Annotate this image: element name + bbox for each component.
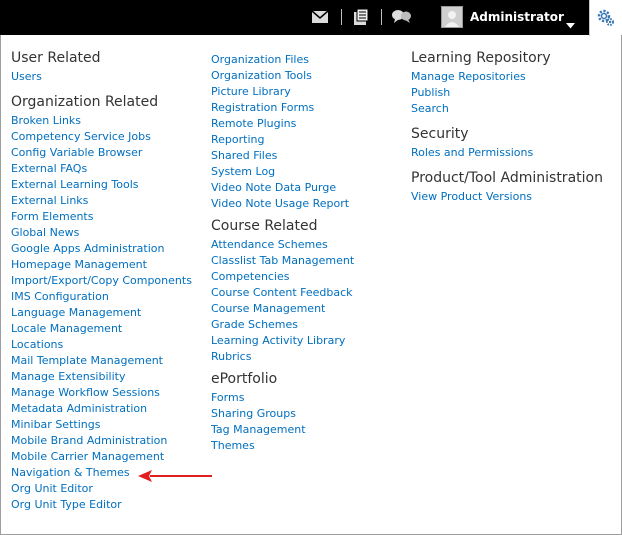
link-external-links[interactable]: External Links bbox=[11, 193, 192, 209]
link-picture-library[interactable]: Picture Library bbox=[211, 84, 354, 100]
link-manage-repositories[interactable]: Manage Repositories bbox=[411, 69, 603, 85]
link-mobile-brand-administration[interactable]: Mobile Brand Administration bbox=[11, 433, 192, 449]
link-manage-extensibility[interactable]: Manage Extensibility bbox=[11, 369, 192, 385]
link-sharing-groups[interactable]: Sharing Groups bbox=[211, 406, 354, 422]
link-grade-schemes[interactable]: Grade Schemes bbox=[211, 317, 354, 333]
group-user-related: User Related Users bbox=[11, 48, 192, 85]
link-themes[interactable]: Themes bbox=[211, 438, 354, 454]
link-forms[interactable]: Forms bbox=[211, 390, 354, 406]
link-list: Users bbox=[11, 69, 192, 85]
link-list: Organization Files Organization Tools Pi… bbox=[211, 52, 354, 212]
link-metadata-administration[interactable]: Metadata Administration bbox=[11, 401, 192, 417]
separator bbox=[341, 9, 342, 25]
link-learning-activity-library[interactable]: Learning Activity Library bbox=[211, 333, 354, 349]
group-eportfolio: ePortfolio Forms Sharing Groups Tag Mana… bbox=[211, 369, 354, 454]
group-title: Learning Repository bbox=[411, 50, 551, 66]
link-organization-tools[interactable]: Organization Tools bbox=[211, 68, 354, 84]
group-title: Security bbox=[411, 126, 469, 142]
column-1: User Related Users Organization Related … bbox=[11, 48, 192, 520]
link-broken-links[interactable]: Broken Links bbox=[11, 113, 192, 129]
group-organization-related: Organization Related Broken Links Compet… bbox=[11, 92, 192, 513]
mail-icon[interactable] bbox=[311, 8, 329, 26]
link-ims-configuration[interactable]: IMS Configuration bbox=[11, 289, 192, 305]
user-menu-name[interactable]: Administrator bbox=[470, 9, 564, 25]
link-classlist-tab-management[interactable]: Classlist Tab Management bbox=[211, 253, 354, 269]
link-course-content-feedback[interactable]: Course Content Feedback bbox=[211, 285, 354, 301]
link-roles-and-permissions[interactable]: Roles and Permissions bbox=[411, 145, 603, 161]
link-competencies[interactable]: Competencies bbox=[211, 269, 354, 285]
link-language-management[interactable]: Language Management bbox=[11, 305, 192, 321]
separator bbox=[381, 9, 382, 25]
link-mail-template-management[interactable]: Mail Template Management bbox=[11, 353, 192, 369]
link-external-faqs[interactable]: External FAQs bbox=[11, 161, 192, 177]
group-title: User Related bbox=[11, 50, 101, 66]
group-title: Organization Related bbox=[11, 94, 159, 110]
link-video-note-usage-report[interactable]: Video Note Usage Report bbox=[211, 196, 354, 212]
link-course-management[interactable]: Course Management bbox=[211, 301, 354, 317]
link-reporting[interactable]: Reporting bbox=[211, 132, 354, 148]
column-3: Learning Repository Manage Repositories … bbox=[411, 48, 603, 212]
link-config-variable-browser[interactable]: Config Variable Browser bbox=[11, 145, 192, 161]
link-form-elements[interactable]: Form Elements bbox=[11, 209, 192, 225]
link-minibar-settings[interactable]: Minibar Settings bbox=[11, 417, 192, 433]
link-google-apps-administration[interactable]: Google Apps Administration bbox=[11, 241, 192, 257]
link-import-export-copy-components[interactable]: Import/Export/Copy Components bbox=[11, 273, 192, 289]
link-mobile-carrier-management[interactable]: Mobile Carrier Management bbox=[11, 449, 192, 465]
group-course-related: Course Related Attendance Schemes Classl… bbox=[211, 216, 354, 365]
admin-tools-tab[interactable] bbox=[589, 0, 622, 36]
link-system-log[interactable]: System Log bbox=[211, 164, 354, 180]
group-title: Course Related bbox=[211, 218, 318, 234]
link-locations[interactable]: Locations bbox=[11, 337, 192, 353]
link-homepage-management[interactable]: Homepage Management bbox=[11, 257, 192, 273]
link-remote-plugins[interactable]: Remote Plugins bbox=[211, 116, 354, 132]
link-list: Attendance Schemes Classlist Tab Managem… bbox=[211, 237, 354, 365]
link-list: Roles and Permissions bbox=[411, 145, 603, 161]
link-search[interactable]: Search bbox=[411, 101, 603, 117]
document-icon[interactable] bbox=[352, 8, 370, 26]
link-competency-service-jobs[interactable]: Competency Service Jobs bbox=[11, 129, 192, 145]
group-title: Product/Tool Administration bbox=[411, 170, 603, 186]
link-publish[interactable]: Publish bbox=[411, 85, 603, 101]
group-title: ePortfolio bbox=[211, 371, 278, 387]
chat-bubbles-icon[interactable] bbox=[391, 8, 411, 26]
link-external-learning-tools[interactable]: External Learning Tools bbox=[11, 177, 192, 193]
link-shared-files[interactable]: Shared Files bbox=[211, 148, 354, 164]
annotation-arrow-icon bbox=[138, 470, 212, 482]
group-product-tool-administration: Product/Tool Administration View Product… bbox=[411, 168, 603, 205]
avatar[interactable] bbox=[441, 6, 463, 28]
link-org-unit-type-editor[interactable]: Org Unit Type Editor bbox=[11, 497, 192, 513]
chevron-down-icon[interactable] bbox=[566, 14, 575, 33]
link-global-news[interactable]: Global News bbox=[11, 225, 192, 241]
link-registration-forms[interactable]: Registration Forms bbox=[211, 100, 354, 116]
link-list: Manage Repositories Publish Search bbox=[411, 69, 603, 117]
link-locale-management[interactable]: Locale Management bbox=[11, 321, 192, 337]
link-video-note-data-purge[interactable]: Video Note Data Purge bbox=[211, 180, 354, 196]
link-list: View Product Versions bbox=[411, 189, 603, 205]
group-security: Security Roles and Permissions bbox=[411, 124, 603, 161]
column-2: Organization Files Organization Tools Pi… bbox=[211, 52, 354, 458]
link-view-product-versions[interactable]: View Product Versions bbox=[411, 189, 603, 205]
link-organization-files[interactable]: Organization Files bbox=[211, 52, 354, 68]
group-learning-repository: Learning Repository Manage Repositories … bbox=[411, 48, 603, 117]
link-list: Forms Sharing Groups Tag Management Them… bbox=[211, 390, 354, 454]
top-navbar: Administrator bbox=[0, 0, 622, 36]
link-attendance-schemes[interactable]: Attendance Schemes bbox=[211, 237, 354, 253]
gear-icon bbox=[597, 9, 614, 26]
link-tag-management[interactable]: Tag Management bbox=[211, 422, 354, 438]
group-organization-related-continued: Organization Files Organization Tools Pi… bbox=[211, 52, 354, 212]
link-users[interactable]: Users bbox=[11, 69, 192, 85]
link-rubrics[interactable]: Rubrics bbox=[211, 349, 354, 365]
link-list: Broken Links Competency Service Jobs Con… bbox=[11, 113, 192, 513]
link-manage-workflow-sessions[interactable]: Manage Workflow Sessions bbox=[11, 385, 192, 401]
